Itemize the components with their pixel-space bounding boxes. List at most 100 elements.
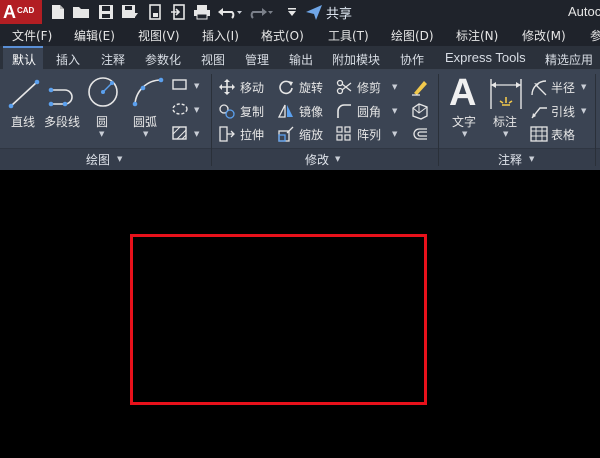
chevron-down-icon[interactable]: ▼: [117, 155, 122, 163]
radius-tool-label[interactable]: 半径: [551, 79, 575, 96]
text-tool-label[interactable]: 文字: [452, 113, 476, 130]
line-tool-label[interactable]: 直线: [11, 113, 35, 130]
offset-icon[interactable]: [411, 126, 429, 142]
chevron-down-icon[interactable]: ▼: [503, 130, 508, 138]
chevron-down-icon[interactable]: ▼: [194, 130, 199, 138]
panel-divider: [438, 74, 439, 166]
chevron-down-icon[interactable]: ▼: [392, 130, 397, 138]
dimension-icon[interactable]: [488, 77, 524, 111]
save-as-icon[interactable]: [120, 2, 140, 22]
tab-addins[interactable]: 附加模块: [332, 46, 380, 70]
new-file-icon[interactable]: [48, 2, 68, 22]
hatch-icon[interactable]: [171, 125, 189, 141]
move-icon[interactable]: [219, 79, 235, 95]
menu-draw[interactable]: 绘图(D): [391, 27, 434, 44]
print-icon[interactable]: [192, 2, 212, 22]
stretch-icon[interactable]: [219, 126, 235, 142]
menu-insert[interactable]: 插入(I): [202, 27, 239, 44]
chevron-down-icon[interactable]: ▼: [581, 107, 586, 115]
menu-modify[interactable]: 修改(M): [522, 27, 566, 44]
fillet-icon[interactable]: [336, 103, 352, 119]
chevron-down-icon[interactable]: ▼: [581, 83, 586, 91]
menu-more[interactable]: 参: [590, 27, 600, 44]
tab-manage[interactable]: 管理: [245, 46, 269, 70]
menu-file[interactable]: 文件(F): [12, 27, 52, 44]
polyline-icon[interactable]: [47, 80, 81, 110]
dimension-tool-label[interactable]: 标注: [493, 113, 517, 130]
share-icon[interactable]: [304, 2, 324, 22]
open-folder-icon[interactable]: [71, 2, 91, 22]
window-title: Autoc: [568, 4, 600, 19]
annotation-panel-title[interactable]: 注释: [498, 151, 522, 168]
explode-icon[interactable]: [411, 102, 429, 120]
chevron-down-icon[interactable]: ▼: [392, 83, 397, 91]
radius-icon[interactable]: [530, 78, 548, 96]
tab-default[interactable]: 默认: [3, 46, 43, 70]
rotate-icon[interactable]: [278, 79, 294, 95]
chevron-down-icon[interactable]: ▼: [462, 130, 467, 138]
chevron-down-icon[interactable]: ▼: [194, 82, 199, 90]
menu-tools[interactable]: 工具(T): [328, 27, 369, 44]
redo-icon[interactable]: [248, 2, 274, 22]
menu-format[interactable]: 格式(O): [261, 27, 304, 44]
move-tool-label[interactable]: 移动: [240, 79, 264, 96]
trim-tool-label[interactable]: 修剪: [357, 79, 381, 96]
rotate-tool-label[interactable]: 旋转: [299, 79, 323, 96]
stretch-tool-label[interactable]: 拉伸: [240, 126, 264, 143]
array-icon[interactable]: [336, 126, 352, 142]
share-file-icon[interactable]: [145, 2, 165, 22]
rectangle-entity[interactable]: [130, 234, 427, 405]
menu-view[interactable]: 视图(V): [138, 27, 180, 44]
text-icon[interactable]: A: [449, 72, 476, 115]
leader-icon[interactable]: [530, 102, 548, 120]
copy-icon[interactable]: [219, 103, 235, 119]
tab-insert[interactable]: 插入: [56, 46, 80, 70]
app-logo[interactable]: A CAD: [0, 0, 42, 24]
scale-tool-label[interactable]: 缩放: [299, 126, 323, 143]
mirror-tool-label[interactable]: 镜像: [299, 103, 323, 120]
menu-dimension[interactable]: 标注(N): [456, 27, 498, 44]
circle-icon[interactable]: [87, 76, 119, 108]
arc-icon[interactable]: [131, 76, 165, 108]
chevron-down-icon[interactable]: ▼: [529, 155, 534, 163]
tab-view[interactable]: 视图: [201, 46, 225, 70]
copy-tool-label[interactable]: 复制: [240, 103, 264, 120]
tab-parametric[interactable]: 参数化: [145, 46, 181, 70]
chevron-down-icon[interactable]: ▼: [392, 107, 397, 115]
chevron-down-icon[interactable]: ▼: [99, 130, 104, 138]
rectangle-icon[interactable]: [171, 78, 189, 92]
table-icon[interactable]: [530, 126, 548, 142]
polyline-tool-label[interactable]: 多段线: [44, 113, 80, 130]
save-icon[interactable]: [96, 2, 116, 22]
erase-icon[interactable]: [411, 78, 429, 96]
customize-icon[interactable]: [285, 2, 299, 22]
chevron-down-icon[interactable]: ▼: [335, 155, 340, 163]
circle-tool-label[interactable]: 圆: [96, 113, 108, 130]
title-bar: A CAD 共享 Autoc: [0, 0, 600, 24]
tab-express-tools[interactable]: Express Tools: [445, 46, 526, 70]
tab-annotate[interactable]: 注释: [101, 46, 125, 70]
trim-icon[interactable]: [336, 79, 352, 95]
modify-panel-title[interactable]: 修改: [305, 151, 329, 168]
line-icon[interactable]: [8, 78, 40, 110]
logo-text: CAD: [17, 6, 35, 15]
fillet-tool-label[interactable]: 圆角: [357, 103, 381, 120]
tab-collaborate[interactable]: 协作: [400, 46, 424, 70]
array-tool-label[interactable]: 阵列: [357, 126, 381, 143]
drawing-canvas[interactable]: [0, 170, 600, 458]
chevron-down-icon[interactable]: ▼: [143, 130, 148, 138]
tab-featured-apps[interactable]: 精选应用: [545, 46, 593, 70]
scale-icon[interactable]: [278, 126, 294, 142]
table-tool-label[interactable]: 表格: [551, 126, 575, 143]
share-button[interactable]: 共享: [326, 3, 352, 22]
chevron-down-icon[interactable]: ▼: [194, 106, 199, 114]
arc-tool-label[interactable]: 圆弧: [133, 113, 157, 130]
ellipse-icon[interactable]: [171, 102, 189, 116]
leader-tool-label[interactable]: 引线: [551, 103, 575, 120]
menu-edit[interactable]: 编辑(E): [74, 27, 115, 44]
mirror-icon[interactable]: [278, 103, 294, 119]
import-icon[interactable]: [168, 2, 188, 22]
draw-panel-title[interactable]: 绘图: [86, 151, 110, 168]
tab-output[interactable]: 输出: [289, 46, 313, 70]
undo-icon[interactable]: [217, 2, 243, 22]
